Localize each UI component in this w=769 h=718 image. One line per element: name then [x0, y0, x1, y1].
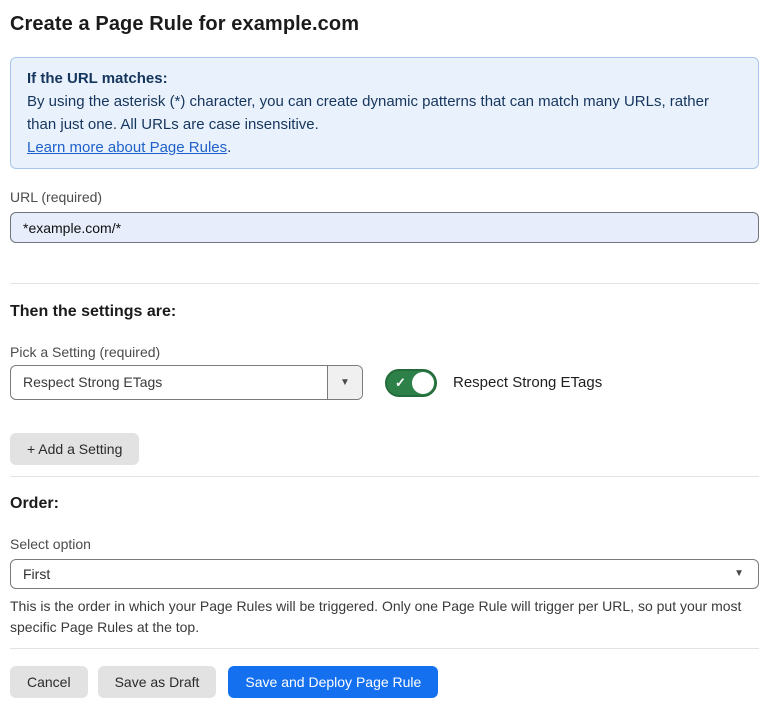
chevron-down-icon: ▼: [340, 378, 350, 388]
info-box-link-line: Learn more about Page Rules.: [27, 136, 742, 159]
url-match-info-box: If the URL matches: By using the asteris…: [10, 57, 759, 169]
setting-toggle-label: Respect Strong ETags: [453, 374, 602, 391]
create-page-rule-form: Create a Page Rule for example.com If th…: [0, 12, 769, 698]
info-box-heading: If the URL matches:: [27, 67, 742, 90]
select-option-label: Select option: [10, 536, 759, 552]
url-input[interactable]: [10, 212, 759, 243]
add-setting-button[interactable]: + Add a Setting: [10, 433, 139, 465]
check-icon: ✓: [395, 376, 406, 390]
footer-divider: [10, 648, 759, 649]
cancel-button[interactable]: Cancel: [10, 666, 88, 698]
chevron-down-icon: ▼: [734, 569, 744, 579]
section-divider: [10, 476, 759, 477]
order-section-heading: Order:: [10, 494, 759, 513]
link-suffix-text: .: [227, 139, 231, 156]
save-deploy-button[interactable]: Save and Deploy Page Rule: [228, 666, 438, 698]
setting-toggle[interactable]: ✓: [385, 369, 437, 397]
setting-select-value: Respect Strong ETags: [11, 366, 327, 399]
footer-actions: Cancel Save as Draft Save and Deploy Pag…: [10, 666, 759, 698]
order-select-value: First: [23, 566, 50, 582]
pick-setting-label: Pick a Setting (required): [10, 344, 759, 360]
order-help-text: This is the order in which your Page Rul…: [10, 596, 759, 638]
toggle-knob: [412, 372, 434, 394]
setting-select-arrow-button[interactable]: ▼: [327, 366, 362, 399]
page-title: Create a Page Rule for example.com: [10, 12, 759, 36]
learn-more-link[interactable]: Learn more about Page Rules: [27, 139, 227, 156]
url-field-label: URL (required): [10, 189, 759, 205]
save-draft-button[interactable]: Save as Draft: [98, 666, 217, 698]
setting-select[interactable]: Respect Strong ETags ▼: [10, 365, 363, 400]
info-box-body: By using the asterisk (*) character, you…: [27, 90, 742, 136]
order-select[interactable]: First ▼: [10, 559, 759, 589]
settings-section-heading: Then the settings are:: [10, 302, 759, 321]
setting-row: Respect Strong ETags ▼ ✓ Respect Strong …: [10, 365, 759, 400]
section-divider: [10, 283, 759, 284]
